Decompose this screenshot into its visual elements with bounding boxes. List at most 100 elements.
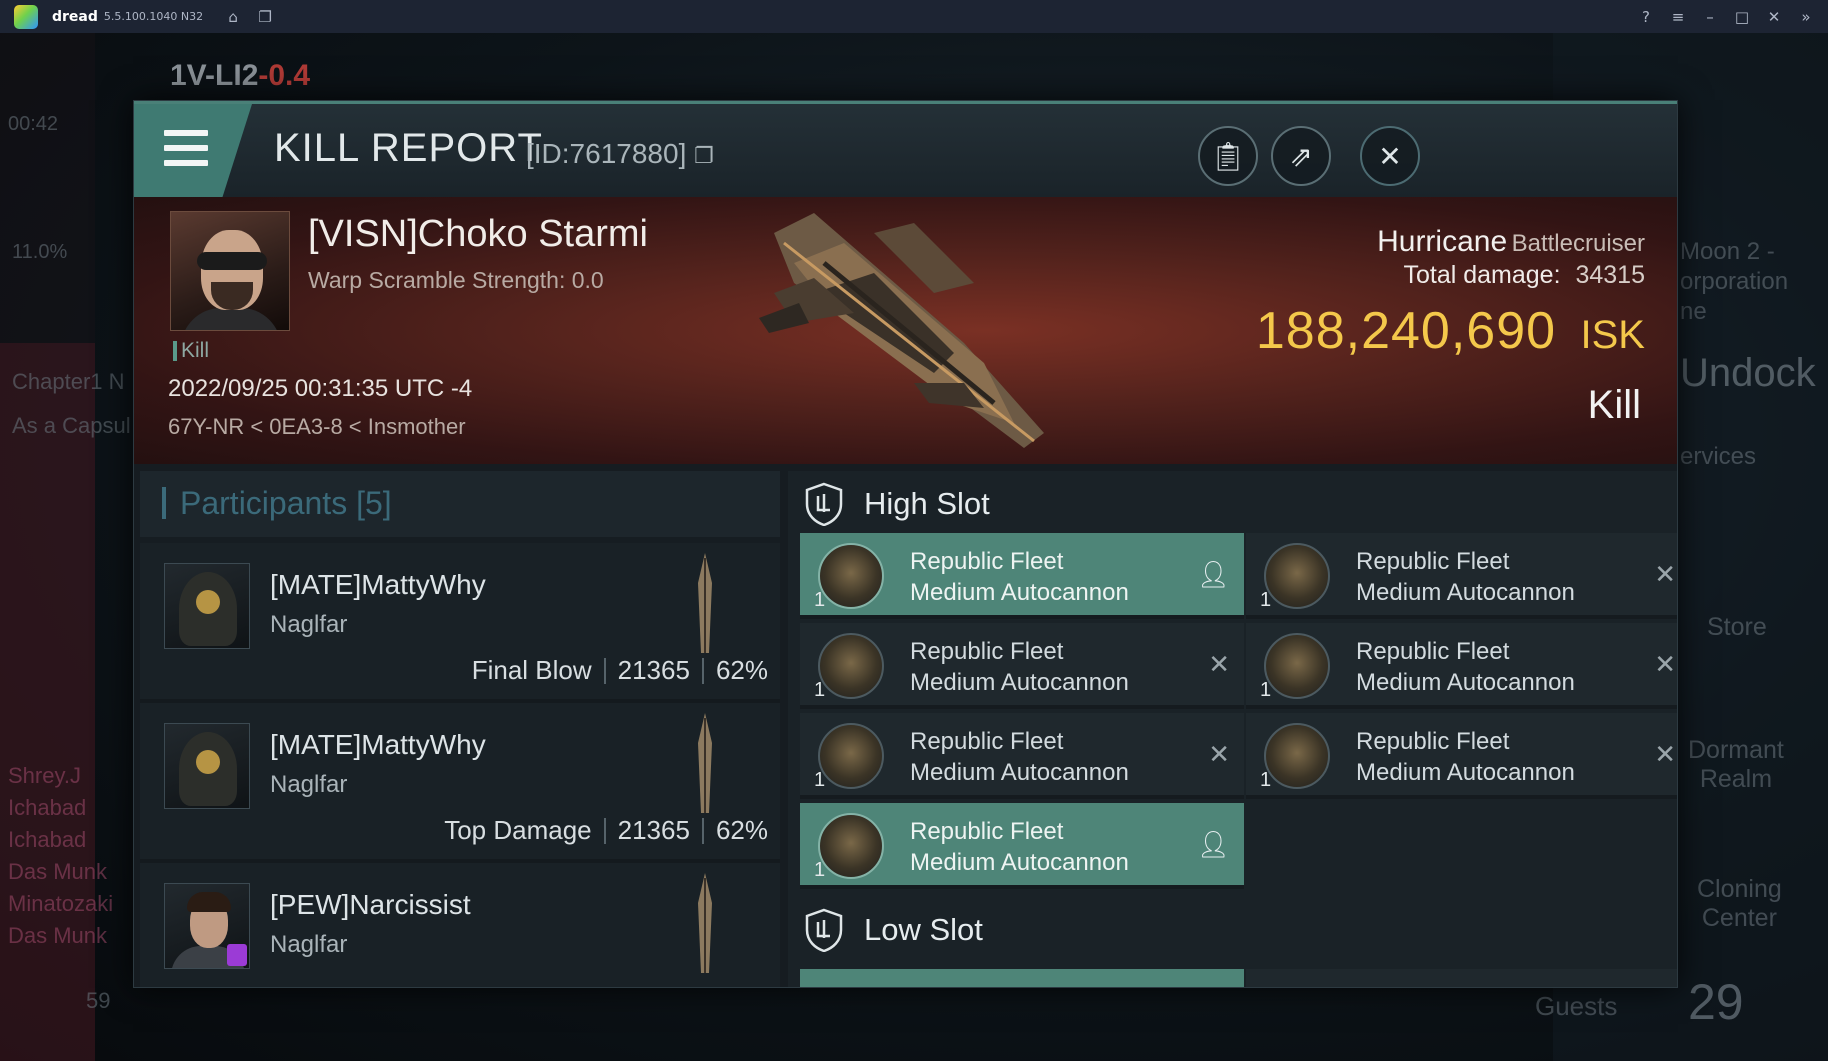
autocannon-icon <box>818 543 884 609</box>
module-card-partial[interactable] <box>1246 969 1677 987</box>
weapon-icon <box>698 873 712 973</box>
ship-type[interactable]: Hurricane Battlecruiser <box>1377 225 1645 259</box>
participants-list: [MATE]MattyWhy Naglfar Final Blow 21365 … <box>140 543 780 987</box>
share-external-icon: ⇗ <box>1289 139 1313 173</box>
module-name-line-2: Medium Autocannon <box>1356 669 1575 696</box>
kill-report-header: KILL REPORT [ID:7617880] ❐ 📋︎ ⇗ ✕ <box>134 101 1677 197</box>
left-hud-chat-panel <box>0 343 95 1061</box>
dormant-realm-line-2: Realm <box>1699 765 1773 793</box>
guests-count: 29 <box>1688 974 1744 1030</box>
module-card[interactable]: 1 Republic Fleet Medium Autocannon ✕ <box>800 623 1244 709</box>
victim-portrait[interactable] <box>170 211 290 331</box>
home-icon[interactable]: ⌂ <box>225 9 241 25</box>
victim-name[interactable]: [VISN]Choko Starmi <box>308 213 648 256</box>
clipboard-icon: 📋︎ <box>1210 139 1246 173</box>
autocannon-icon <box>818 723 884 789</box>
participant-stats: Final Blow 21365 62% <box>472 655 768 686</box>
clock: 00:42 <box>8 113 59 135</box>
stat-divider <box>701 817 704 844</box>
low-slot-shield-icon <box>805 908 843 952</box>
module-quantity: 1 <box>814 769 826 791</box>
report-id[interactable]: [ID:7617880] ❐ <box>526 138 714 170</box>
chat-name-6: Das Munk <box>8 923 108 948</box>
kill-datetime: 2022/09/25 00:31:35 UTC -4 <box>168 375 473 402</box>
close-report-button[interactable]: ✕ <box>1360 126 1420 186</box>
store-button[interactable]: Store <box>1707 613 1767 642</box>
participant-row[interactable]: [MATE]MattyWhy Naglfar Final Blow 21365 … <box>140 543 780 703</box>
module-name: Republic Fleet Medium Autocannon <box>910 816 1129 878</box>
module-name-line-2: Medium Autocannon <box>910 669 1129 696</box>
weapon-icon <box>698 553 712 653</box>
maximize-icon[interactable]: □ <box>1734 9 1750 25</box>
participant-row[interactable]: [PEW]Narcissist Naglfar <box>140 863 780 987</box>
clipboard-button[interactable]: 📋︎ <box>1198 126 1258 186</box>
collapse-sidebar-icon[interactable]: » <box>1798 9 1814 25</box>
module-name-line-2: Medium Autocannon <box>910 579 1129 606</box>
participant-name: [PEW]Narcissist <box>270 889 471 920</box>
module-card[interactable]: 1 Republic Fleet Medium Autocannon ✕ <box>800 713 1244 799</box>
stat-divider <box>701 657 704 684</box>
module-name: Republic Fleet Medium Autocannon <box>1356 546 1575 608</box>
high-slot-shield-icon <box>805 482 843 526</box>
participants-header[interactable]: Participants [5] <box>140 471 780 537</box>
cloning-center-line-2: Center <box>1701 904 1777 932</box>
purple-badge-icon <box>227 944 247 966</box>
participant-damage: 21365 <box>617 815 690 845</box>
copy-id-icon[interactable]: ❐ <box>694 143 714 168</box>
chat-name-5: Minatozaki <box>8 891 114 916</box>
autocannon-icon <box>1264 723 1330 789</box>
module-card[interactable]: 1 Republic Fleet Medium Autocannon ✕ <box>1246 533 1677 619</box>
total-damage-value: 34315 <box>1575 261 1645 289</box>
guests-label[interactable]: Guests <box>1535 991 1617 1022</box>
total-damage-label: Total damage: <box>1403 261 1561 289</box>
left-label-1: Chapter1 N <box>12 369 125 394</box>
module-card-partial[interactable] <box>800 969 1244 987</box>
close-window-icon[interactable]: ✕ <box>1766 9 1782 25</box>
high-slot-header: High Slot <box>788 471 1677 537</box>
participant-avatar <box>164 883 250 969</box>
module-quantity: 1 <box>814 859 826 881</box>
weapon-icon <box>698 713 712 813</box>
right-label-ne: ne <box>1680 298 1707 325</box>
menu-icon[interactable]: ≡ <box>1670 9 1686 25</box>
kill-location[interactable]: 67Y-NR < 0EA3-8 < Insmother <box>168 414 466 440</box>
kill-tag: Kill <box>173 340 209 361</box>
isk-unit: ISK <box>1580 313 1645 357</box>
avatar-hair <box>187 892 231 912</box>
chat-name-1: Shrey.J <box>8 763 81 788</box>
module-card[interactable]: 1 Republic Fleet Medium Autocannon 👤︎ <box>800 533 1244 619</box>
dropped-person-icon: 👤︎ <box>1196 830 1230 860</box>
module-name: Republic Fleet Medium Autocannon <box>910 636 1129 698</box>
report-id-text: [ID:7617880] <box>526 138 687 169</box>
report-title: KILL REPORT <box>274 126 543 170</box>
destroyed-x-icon: ✕ <box>1208 740 1230 770</box>
close-icon: ✕ <box>1378 139 1402 173</box>
module-card[interactable]: 1 Republic Fleet Medium Autocannon 👤︎ <box>800 803 1244 889</box>
module-name-line-2: Medium Autocannon <box>910 759 1129 786</box>
menu-button[interactable] <box>134 104 252 197</box>
multi-instance-icon[interactable]: ❐ <box>257 9 273 25</box>
cloning-center-button[interactable]: Cloning Center <box>1697 875 1782 933</box>
dormant-realm-button[interactable]: Dormant Realm <box>1688 736 1784 794</box>
module-name: Republic Fleet Medium Autocannon <box>1356 726 1575 788</box>
module-quantity: 1 <box>1260 589 1272 611</box>
undock-button[interactable]: Undock <box>1680 351 1816 396</box>
share-button[interactable]: ⇗ <box>1271 126 1331 186</box>
bluestacks-logo-icon <box>14 4 38 29</box>
module-name: Republic Fleet Medium Autocannon <box>1356 636 1575 698</box>
autocannon-icon <box>1264 633 1330 699</box>
help-icon[interactable]: ? <box>1638 9 1654 25</box>
module-card[interactable]: 1 Republic Fleet Medium Autocannon ✕ <box>1246 623 1677 709</box>
app-version: 5.5.100.1040 N32 <box>103 10 204 23</box>
percent-readout: 11.0% <box>12 241 68 263</box>
participant-row[interactable]: [MATE]MattyWhy Naglfar Top Damage 21365 … <box>140 703 780 863</box>
destroyed-x-icon: ✕ <box>1208 650 1230 680</box>
right-label-moon: Moon 2 - <box>1680 238 1775 265</box>
minimize-icon[interactable]: – <box>1702 9 1718 25</box>
module-card[interactable]: 1 Republic Fleet Medium Autocannon ✕ <box>1246 713 1677 799</box>
module-name-line-1: Republic Fleet <box>1356 548 1510 575</box>
module-name: Republic Fleet Medium Autocannon <box>910 546 1129 608</box>
participants-panel: Participants [5] [MATE]MattyWhy Naglfar … <box>140 471 780 987</box>
participant-ship: Naglfar <box>270 931 348 958</box>
stat-divider <box>603 657 606 684</box>
